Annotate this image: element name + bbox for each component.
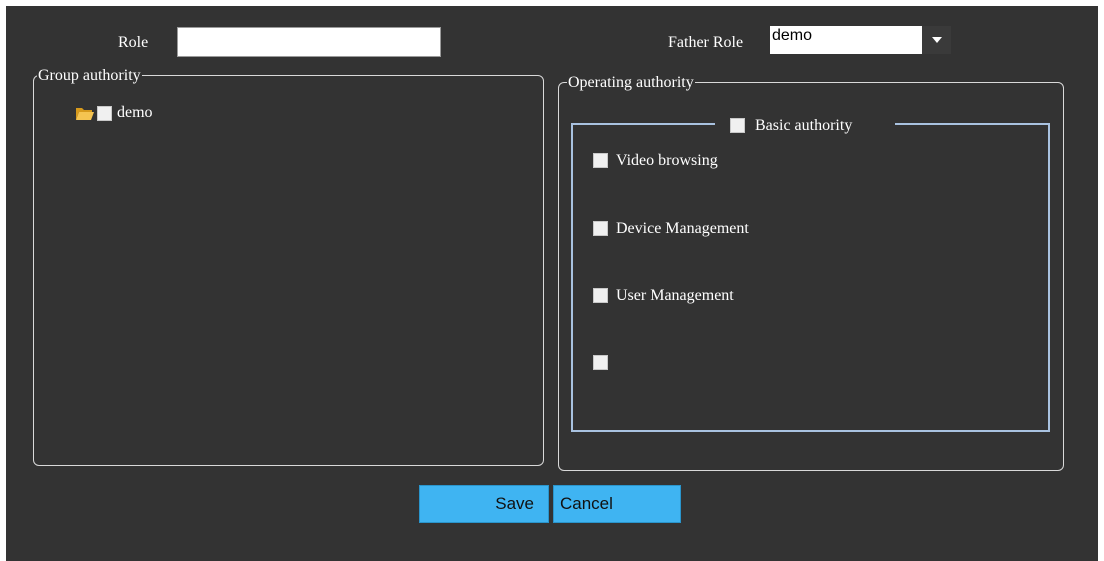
permission-video-browsing[interactable]: Video browsing — [593, 152, 893, 174]
tree-item-label: demo — [117, 104, 153, 121]
device-management-checkbox[interactable] — [593, 221, 608, 236]
cancel-button-label: Cancel — [560, 494, 613, 513]
operating-authority-legend: Operating authority — [567, 74, 695, 92]
permission-device-management[interactable]: Device Management — [593, 220, 893, 242]
video-browsing-checkbox[interactable] — [593, 153, 608, 168]
permission-user-management[interactable]: User Management — [593, 287, 893, 309]
father-role-selected-value: demo — [772, 27, 813, 44]
basic-authority-checkbox[interactable] — [730, 118, 745, 133]
operating-authority-fieldset: Operating authority Basic authority Vide… — [558, 74, 1064, 471]
permission-label: User Management — [616, 287, 734, 304]
user-management-checkbox[interactable] — [593, 288, 608, 303]
group-authority-legend: Group authority — [37, 67, 142, 85]
role-editor-panel: Role Father Role demo Group authority de… — [6, 6, 1098, 561]
basic-authority-box: Basic authority Video browsing Device Ma… — [571, 116, 1050, 432]
permission-label: Video browsing — [616, 152, 718, 169]
cancel-button[interactable]: Cancel — [553, 485, 681, 523]
permission-unlabeled[interactable] — [593, 354, 893, 376]
chevron-down-icon[interactable] — [922, 26, 951, 54]
father-role-select[interactable]: demo — [770, 26, 951, 54]
save-button[interactable]: Save — [419, 485, 549, 523]
permission-label: Device Management — [616, 220, 749, 237]
basic-authority-legend: Basic authority — [755, 117, 853, 134]
role-input[interactable] — [177, 27, 441, 57]
folder-open-icon — [76, 108, 94, 120]
tree-item-demo[interactable]: demo — [75, 104, 275, 124]
unlabeled-permission-checkbox[interactable] — [593, 355, 608, 370]
tree-item-demo-checkbox[interactable] — [97, 106, 112, 121]
basic-authority-header[interactable]: Basic authority — [715, 116, 895, 138]
group-authority-fieldset: Group authority demo — [33, 67, 544, 466]
father-role-label: Father Role — [668, 34, 744, 51]
role-label: Role — [118, 34, 149, 51]
save-button-label: Save — [495, 494, 534, 513]
